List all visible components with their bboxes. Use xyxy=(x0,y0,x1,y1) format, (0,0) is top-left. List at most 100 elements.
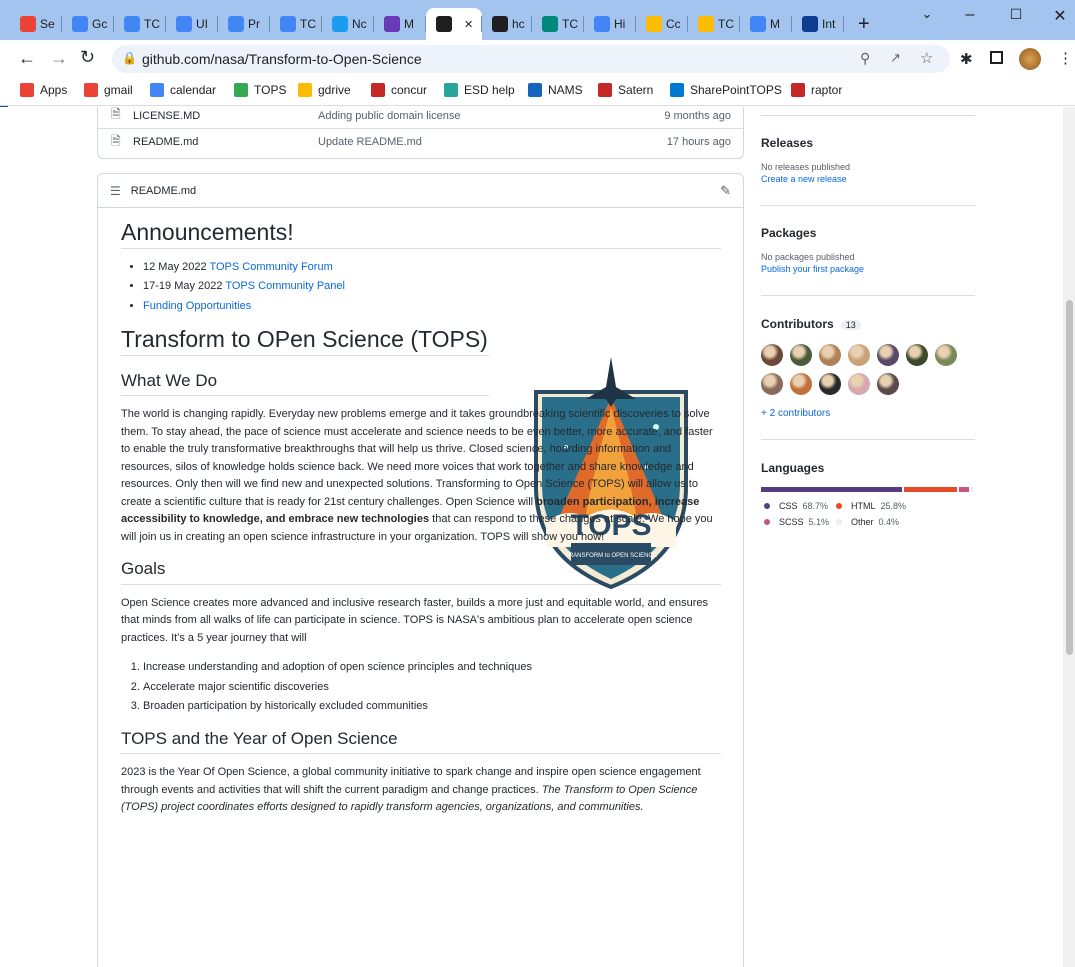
bookmarks-bar: Apps gmail calendar TOPS gdrive concur ESD hel… xyxy=(0,78,1075,106)
language-item[interactable]: CSS 68.7% xyxy=(764,501,828,511)
maximize-icon[interactable]: ☐ xyxy=(1006,6,1026,23)
browser-tab[interactable]: Cc xyxy=(636,8,688,40)
browser-tab[interactable]: Gc xyxy=(62,8,114,40)
address-bar[interactable]: 🔒 github.com/nasa/Transform-to-Open-Scie… xyxy=(112,45,950,73)
bookmark-item[interactable]: Apps xyxy=(20,83,67,97)
close-window-icon[interactable]: ✕ xyxy=(1050,6,1070,26)
contributor-avatar[interactable] xyxy=(819,344,841,366)
minimize-icon[interactable]: – xyxy=(960,6,980,24)
tab-favicon-icon xyxy=(124,16,140,32)
browser-tab[interactable]: TC xyxy=(114,8,166,40)
reload-icon[interactable]: ↻ xyxy=(80,47,95,68)
create-release-link[interactable]: Create a new release xyxy=(761,174,975,184)
language-percent: 5.1% xyxy=(808,517,830,527)
releases-heading[interactable]: Releases xyxy=(761,136,975,150)
bookmark-star-icon[interactable]: ☆ xyxy=(920,49,933,67)
browser-tab[interactable]: Se xyxy=(10,8,62,40)
file-icon: 🗎 xyxy=(111,107,121,121)
bookmark-item[interactable]: SharePointTOPS xyxy=(670,83,782,97)
browser-tab[interactable]: TC xyxy=(532,8,584,40)
forum-link[interactable]: TOPS Community Forum xyxy=(209,261,332,273)
back-icon[interactable]: ← xyxy=(18,48,36,69)
tab-label: Gc xyxy=(92,17,108,31)
contributor-avatar[interactable] xyxy=(790,344,812,366)
commit-message[interactable]: Update README.md xyxy=(318,136,422,148)
list-item: Increase understanding and adoption of o… xyxy=(143,659,721,677)
new-tab-button[interactable]: + xyxy=(848,8,870,40)
edit-pencil-icon[interactable]: ✎ xyxy=(720,183,731,199)
bookmark-item[interactable]: Satern xyxy=(598,83,653,97)
profile-avatar[interactable] xyxy=(1019,48,1041,70)
file-name[interactable]: LICENSE.MD xyxy=(133,110,200,122)
contributor-avatar[interactable] xyxy=(761,373,783,395)
tab-favicon-icon xyxy=(750,16,766,32)
share-icon[interactable]: ↗ xyxy=(890,50,901,66)
contributors-heading[interactable]: Contributors xyxy=(761,317,834,331)
tab-favicon-icon xyxy=(280,16,296,32)
browser-tab[interactable]: TC xyxy=(688,8,740,40)
browser-tab[interactable]: Hi xyxy=(584,8,636,40)
language-bar-segment xyxy=(971,487,973,492)
close-tab-icon[interactable]: ✕ xyxy=(464,18,473,31)
bookmark-item[interactable]: gmail xyxy=(84,83,133,97)
contributor-avatar[interactable] xyxy=(877,373,899,395)
contributor-avatar[interactable] xyxy=(819,373,841,395)
zoom-icon[interactable]: ⚲ xyxy=(860,50,870,67)
browser-tab[interactable]: Pr xyxy=(218,8,270,40)
publish-package-link[interactable]: Publish your first package xyxy=(761,264,975,274)
language-item[interactable]: Other 0.4% xyxy=(836,517,899,527)
contributor-avatar[interactable] xyxy=(935,344,957,366)
bookmark-item[interactable]: gdrive xyxy=(298,83,351,97)
scrollbar-thumb[interactable] xyxy=(1066,300,1073,655)
bookmark-label: concur xyxy=(391,83,428,97)
tab-label: M xyxy=(770,17,780,31)
bookmark-item[interactable]: NAMS xyxy=(528,83,583,97)
contributor-avatar[interactable] xyxy=(906,344,928,366)
more-contributors-link[interactable]: + 2 contributors xyxy=(761,408,830,419)
packages-section: Packages No packages published Publish y… xyxy=(761,226,975,274)
bookmark-item[interactable]: ESD help xyxy=(444,83,515,97)
list-icon[interactable]: ☰ xyxy=(110,184,121,198)
browser-tab[interactable]: M xyxy=(740,8,792,40)
commit-message[interactable]: Adding public domain license xyxy=(318,110,460,122)
browser-tab[interactable]: hc xyxy=(482,8,532,40)
menu-icon[interactable]: ⋮ xyxy=(1058,49,1073,67)
tab-label: Pr xyxy=(248,17,260,31)
extensions-icon[interactable]: ✱ xyxy=(960,50,973,68)
contributor-avatar[interactable] xyxy=(848,344,870,366)
browser-tab[interactable]: Int xyxy=(792,8,844,40)
contributor-avatar[interactable] xyxy=(761,344,783,366)
browser-tab[interactable]: UI xyxy=(166,8,218,40)
bookmark-icon xyxy=(528,83,542,97)
forward-icon[interactable]: → xyxy=(50,48,68,69)
languages-bar xyxy=(761,487,973,492)
bookmark-item[interactable]: TOPS xyxy=(234,83,286,97)
browser-tab[interactable]: Nc xyxy=(322,8,374,40)
tab-favicon-icon xyxy=(72,16,88,32)
packages-heading[interactable]: Packages xyxy=(761,226,975,240)
side-panel-icon[interactable] xyxy=(990,51,1003,64)
browser-tab[interactable]: ✕ xyxy=(426,8,482,40)
tab-search-icon[interactable]: ⌄ xyxy=(917,6,937,22)
divider xyxy=(761,295,975,296)
contributor-avatar[interactable] xyxy=(877,344,899,366)
what-we-do-heading: What We Do xyxy=(121,371,489,396)
list-item: Funding Opportunities xyxy=(143,298,721,316)
browser-tab[interactable]: M xyxy=(374,8,426,40)
file-row[interactable]: 🗎 README.md Update README.md 17 hours ag… xyxy=(98,129,743,155)
bookmark-item[interactable]: calendar xyxy=(150,83,216,97)
language-item[interactable]: SCSS 5.1% xyxy=(764,517,829,527)
bookmark-item[interactable]: concur xyxy=(371,83,427,97)
file-name[interactable]: README.md xyxy=(133,136,198,148)
file-row[interactable]: 🗎 LICENSE.MD Adding public domain licens… xyxy=(98,107,743,129)
list-item: 17-19 May 2022 TOPS Community Panel xyxy=(143,278,721,296)
browser-tab[interactable]: TC xyxy=(270,8,322,40)
contributor-avatar[interactable] xyxy=(790,373,812,395)
panel-link[interactable]: TOPS Community Panel xyxy=(225,280,345,292)
language-item[interactable]: HTML 25.8% xyxy=(836,501,906,511)
funding-link[interactable]: Funding Opportunities xyxy=(143,300,251,312)
contributor-avatar[interactable] xyxy=(848,373,870,395)
bookmark-label: Apps xyxy=(40,83,68,97)
language-percent: 68.7% xyxy=(802,501,829,511)
bookmark-item[interactable]: raptor xyxy=(791,83,842,97)
